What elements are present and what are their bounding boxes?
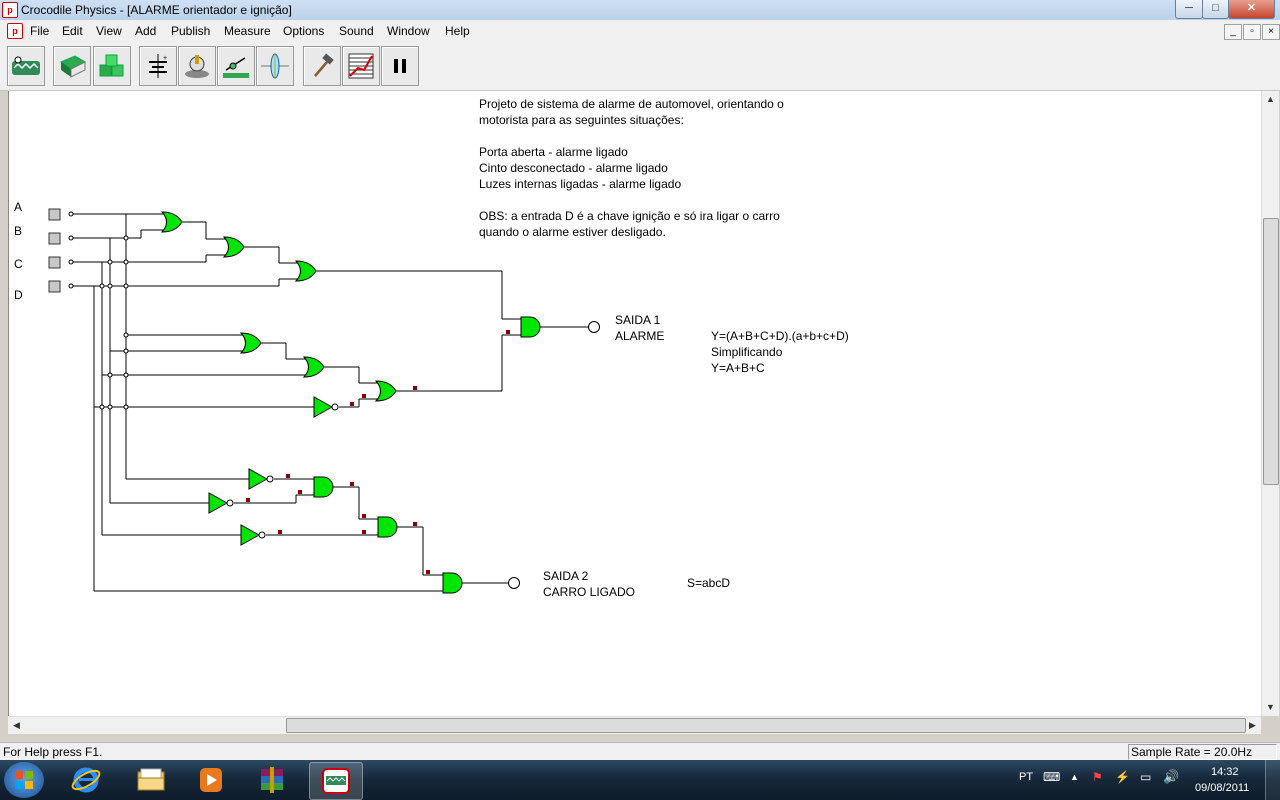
menu-add[interactable]: Add — [135, 24, 156, 38]
menu-options[interactable]: Options — [283, 24, 324, 38]
clock-date[interactable]: 09/08/2011 — [1195, 782, 1249, 794]
action-center-icon[interactable]: ⚑ — [1092, 770, 1103, 784]
taskbar: PT ⌨ ▲ ⚑ ⚡ ▭ 🔊 14:32 09/08/2011 — [0, 760, 1280, 800]
wires — [73, 213, 589, 592]
close-button[interactable]: ✕ — [1228, 0, 1275, 19]
hammer-button[interactable] — [303, 46, 341, 86]
title-bar: p Crocodile Physics - [ALARME orientador… — [0, 0, 1280, 20]
output2-indicator[interactable] — [508, 577, 520, 589]
pause-button[interactable] — [381, 46, 419, 86]
pause-icon — [394, 59, 406, 73]
windows-start-icon[interactable] — [4, 762, 44, 798]
network-icon[interactable]: ▭ — [1140, 770, 1151, 784]
or-gate[interactable] — [239, 332, 262, 354]
and-gate[interactable] — [442, 572, 463, 594]
crocodile-logo-button[interactable] — [7, 46, 45, 86]
or-gate[interactable] — [222, 236, 245, 258]
status-bar: For Help press F1. Sample Rate = 20.0Hz — [0, 742, 1280, 761]
motion-components-icon — [223, 57, 249, 78]
graph-icon — [348, 53, 374, 79]
internet-explorer-icon[interactable] — [60, 762, 112, 798]
menu-publish[interactable]: Publish — [171, 24, 210, 38]
switch-c[interactable] — [48, 256, 61, 269]
scroll-down-icon[interactable]: ▼ — [1262, 699, 1279, 716]
media-player-icon[interactable] — [185, 762, 237, 798]
circuit-canvas[interactable]: Projeto de sistema de alarme de automove… — [8, 91, 1262, 716]
horizontal-scrollbar[interactable]: ◀ ▶ — [8, 716, 1261, 734]
menu-window[interactable]: Window — [387, 24, 430, 38]
and-gate[interactable] — [377, 516, 398, 538]
minimize-button[interactable]: ─ — [1175, 0, 1203, 19]
not-gate[interactable] — [240, 524, 261, 546]
scroll-up-icon[interactable]: ▲ — [1262, 91, 1279, 108]
sample-rate: Sample Rate = 20.0Hz — [1128, 744, 1277, 760]
help-status-text: For Help press F1. — [3, 745, 103, 759]
not-gate[interactable] — [313, 396, 334, 418]
not-bubbles — [226, 403, 339, 539]
menu-view[interactable]: View — [96, 24, 122, 38]
maximize-button[interactable]: □ — [1202, 0, 1229, 19]
mdi-restore-button[interactable]: ▫ — [1243, 24, 1261, 40]
input-switches[interactable] — [48, 208, 74, 293]
output1-indicator[interactable] — [588, 321, 600, 333]
mdi-close-button[interactable]: × — [1262, 24, 1280, 40]
mechanics-components-icon — [185, 55, 209, 78]
optics-components-icon — [261, 53, 289, 79]
menu-edit[interactable]: Edit — [62, 24, 83, 38]
parts-library-button[interactable] — [93, 46, 131, 86]
winrar-icon[interactable] — [246, 762, 298, 798]
electronics-components-button[interactable]: + — [139, 46, 177, 86]
volume-icon[interactable]: 🔊 — [1163, 769, 1179, 785]
show-desktop-button[interactable] — [1265, 760, 1280, 800]
scroll-left-icon[interactable]: ◀ — [8, 717, 25, 734]
switch-b[interactable] — [48, 232, 61, 245]
keyboard-icon[interactable]: ⌨ — [1043, 770, 1060, 784]
motion-components-button[interactable] — [217, 46, 255, 86]
menu-measure[interactable]: Measure — [224, 24, 271, 38]
mdi-minimize-button[interactable]: _ — [1224, 24, 1242, 40]
crocodile-logo-icon — [12, 56, 40, 75]
or-gate[interactable] — [302, 356, 325, 378]
logic-circuit — [48, 208, 600, 594]
clock-time[interactable]: 14:32 — [1211, 766, 1239, 778]
horizontal-scroll-thumb[interactable] — [286, 718, 1246, 733]
app-icon[interactable]: p — [2, 2, 18, 18]
hammer-icon — [314, 53, 334, 77]
crocodile-physics-icon[interactable] — [309, 762, 363, 800]
file-explorer-icon[interactable] — [125, 762, 177, 798]
svg-text:+: + — [163, 55, 167, 62]
power-icon[interactable]: ⚡ — [1115, 770, 1130, 784]
and-gate[interactable] — [313, 476, 334, 498]
or-gate[interactable] — [374, 380, 397, 402]
menu-bar: p File Edit View Add Publish Measure Opt… — [0, 20, 1280, 42]
scroll-right-icon[interactable]: ▶ — [1244, 717, 1261, 734]
or-gates — [160, 211, 397, 402]
not-gate[interactable] — [208, 492, 229, 514]
and-gate[interactable] — [520, 316, 541, 338]
menu-file[interactable]: File — [30, 24, 49, 38]
toolbar: + — [0, 42, 1280, 91]
vertical-scrollbar[interactable]: ▲ ▼ — [1261, 91, 1279, 716]
switch-d[interactable] — [48, 280, 61, 293]
menu-sound[interactable]: Sound — [339, 24, 374, 38]
book-icon — [59, 55, 87, 78]
graph-button[interactable] — [342, 46, 380, 86]
show-hidden-icons-icon[interactable]: ▲ — [1070, 772, 1079, 782]
mechanics-components-button[interactable] — [178, 46, 216, 86]
window-title: Crocodile Physics - [ALARME orientador e… — [21, 3, 292, 17]
vertical-scroll-thumb[interactable] — [1263, 218, 1279, 485]
book-button[interactable] — [53, 46, 91, 86]
language-indicator[interactable]: PT — [1019, 771, 1033, 783]
menu-help[interactable]: Help — [445, 24, 470, 38]
or-gate[interactable] — [294, 260, 317, 282]
not-gates — [208, 396, 334, 546]
document-icon[interactable]: p — [7, 23, 23, 39]
parts-library-icon — [99, 54, 124, 77]
or-gate[interactable] — [160, 211, 183, 233]
optics-components-button[interactable] — [256, 46, 294, 86]
and-gates — [313, 316, 541, 594]
not-gate[interactable] — [248, 468, 269, 490]
switch-a[interactable] — [48, 208, 61, 221]
electronics-components-icon: + — [149, 54, 167, 78]
